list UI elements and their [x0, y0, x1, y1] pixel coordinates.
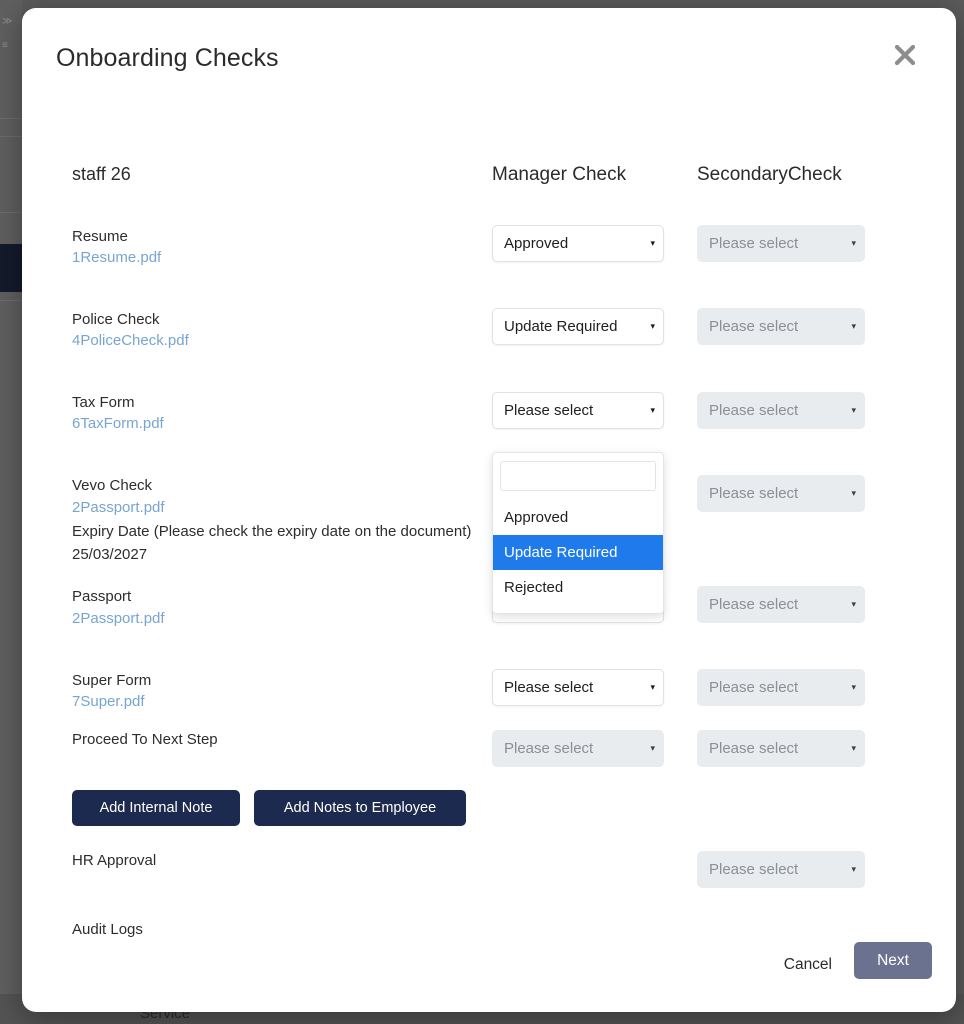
chevron-down-icon: ▾ — [851, 682, 856, 692]
secondary-check-select-vevo-check[interactable]: Please select ▾ — [697, 475, 865, 512]
modal-body: staff 26 Manager Check SecondaryCheck Re… — [22, 120, 956, 950]
chevron-down-icon: ▾ — [650, 682, 655, 692]
modal-header: Onboarding Checks — [22, 8, 956, 120]
dropdown-option-update-required[interactable]: Update Required — [493, 535, 663, 570]
row-label-tax-form: Tax Form — [72, 394, 135, 411]
hr-approval-select[interactable]: Please select ▾ — [697, 851, 865, 888]
file-link-police-check[interactable]: 4PoliceCheck.pdf — [72, 330, 189, 352]
chevron-down-icon: ▾ — [650, 405, 655, 415]
select-value: Please select — [504, 679, 594, 696]
file-link-super-form[interactable]: 7Super.pdf — [72, 691, 145, 713]
row-label-proceed-to-next-step: Proceed To Next Step — [72, 731, 218, 748]
select-value: Please select — [504, 740, 594, 757]
background-glyph: ≡ — [2, 40, 8, 51]
select-value: Please select — [709, 679, 799, 696]
select-value: Please select — [709, 596, 799, 613]
manager-check-select-super-form[interactable]: Please select ▾ — [492, 669, 664, 706]
row-label-resume: Resume — [72, 228, 128, 245]
next-button[interactable]: Next — [854, 942, 932, 979]
dropdown-option-rejected[interactable]: Rejected — [493, 570, 663, 605]
staff-name-header: staff 26 — [72, 164, 131, 184]
manager-check-select-proceed[interactable]: Please select ▾ — [492, 730, 664, 767]
cancel-button[interactable]: Cancel — [778, 948, 838, 982]
chevron-down-icon: ▾ — [650, 321, 655, 331]
secondary-check-select-police-check[interactable]: Please select ▾ — [697, 308, 865, 345]
chevron-down-icon: ▾ — [851, 743, 856, 753]
background-sidebar — [0, 0, 22, 1024]
file-link-resume[interactable]: 1Resume.pdf — [72, 247, 161, 269]
select-value: Update Required — [504, 318, 618, 335]
chevron-down-icon: ▾ — [851, 864, 856, 874]
modal-footer: Cancel Next — [22, 922, 956, 1012]
add-internal-note-button[interactable]: Add Internal Note — [72, 790, 240, 826]
chevron-down-icon: ▾ — [650, 743, 655, 753]
row-label-vevo-check: Vevo Check — [72, 477, 153, 494]
add-notes-to-employee-button[interactable]: Add Notes to Employee — [254, 790, 466, 826]
row-label-passport: Passport — [72, 588, 132, 605]
secondary-check-select-passport[interactable]: Please select ▾ — [697, 586, 865, 623]
dropdown-search-input[interactable] — [500, 461, 656, 491]
select-value: Please select — [709, 318, 799, 335]
chevron-down-icon: ▾ — [650, 238, 655, 248]
vevo-expiry-date: 25/03/2027 — [72, 546, 148, 563]
manager-check-select-police-check[interactable]: Update Required ▾ — [492, 308, 664, 345]
select-value: Please select — [709, 402, 799, 419]
close-icon[interactable] — [886, 36, 924, 74]
background-sidebar-active-item — [0, 244, 22, 292]
row-label-police-check: Police Check — [72, 311, 160, 328]
column-headers: staff 26 Manager Check SecondaryCheck — [22, 164, 956, 194]
background-glyph: ≫ — [2, 16, 13, 27]
manager-check-select-tax-form[interactable]: Please select ▾ — [492, 392, 664, 429]
select-value: Please select — [709, 740, 799, 757]
secondary-check-select-proceed[interactable]: Please select ▾ — [697, 730, 865, 767]
row-label-super-form: Super Form — [72, 672, 152, 689]
secondary-check-select-resume[interactable]: Please select ▾ — [697, 225, 865, 262]
page-title: Onboarding Checks — [56, 44, 279, 72]
chevron-down-icon: ▾ — [851, 321, 856, 331]
secondary-check-select-super-form[interactable]: Please select ▾ — [697, 669, 865, 706]
chevron-down-icon: ▾ — [851, 405, 856, 415]
chevron-down-icon: ▾ — [851, 599, 856, 609]
file-link-passport[interactable]: 2Passport.pdf — [72, 608, 165, 630]
file-link-vevo-check[interactable]: 2Passport.pdf — [72, 497, 165, 519]
manager-check-select-resume[interactable]: Approved ▾ — [492, 225, 664, 262]
file-link-tax-form[interactable]: 6TaxForm.pdf — [72, 413, 164, 435]
select-value: Please select — [504, 402, 594, 419]
dropdown-option-approved[interactable]: Approved — [493, 500, 663, 535]
select-value: Please select — [709, 485, 799, 502]
chevron-down-icon: ▾ — [851, 238, 856, 248]
manager-check-header: Manager Check — [492, 164, 627, 185]
chevron-down-icon: ▾ — [851, 488, 856, 498]
secondary-check-select-tax-form[interactable]: Please select ▾ — [697, 392, 865, 429]
hr-approval-label: HR Approval — [72, 852, 157, 869]
secondary-check-header: SecondaryCheck — [697, 164, 842, 185]
select-value: Please select — [709, 861, 799, 878]
manager-check-dropdown-panel[interactable]: Approved Update Required Rejected — [492, 452, 664, 614]
onboarding-checks-modal: Onboarding Checks staff 26 Manager Check… — [22, 8, 956, 1012]
select-value: Please select — [709, 235, 799, 252]
vevo-expiry-note: Expiry Date (Please check the expiry dat… — [72, 523, 472, 540]
select-value: Approved — [504, 235, 569, 252]
